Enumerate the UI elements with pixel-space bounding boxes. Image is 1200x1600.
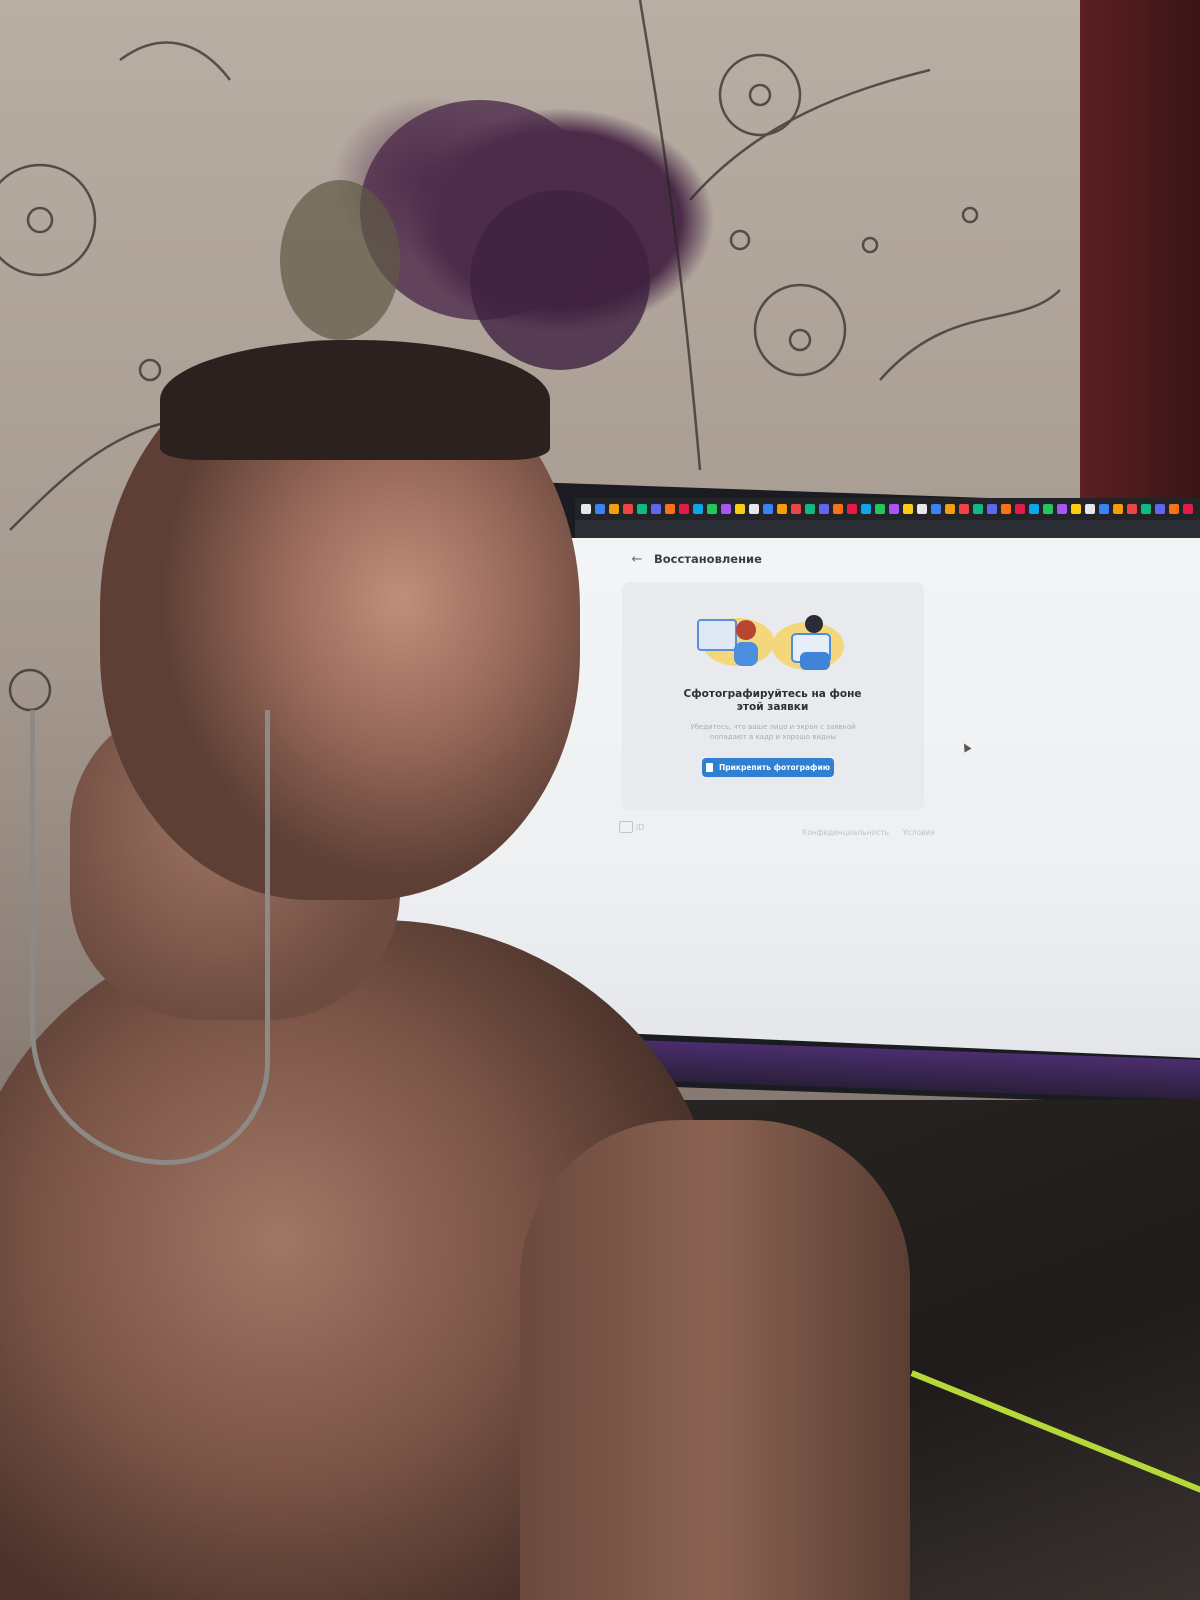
vk-logo-icon <box>619 821 633 833</box>
browser-tab-favicon-icon[interactable] <box>1085 504 1095 514</box>
browser-tab-favicon-icon[interactable] <box>707 504 717 514</box>
browser-tab-favicon-icon[interactable] <box>819 504 829 514</box>
browser-tab-favicon-icon[interactable] <box>665 504 675 514</box>
browser-tab-favicon-icon[interactable] <box>1071 504 1081 514</box>
card-title: Сфотографируйтесь на фоне этой заявки <box>683 688 862 713</box>
browser-tab-favicon-icon[interactable] <box>1169 504 1179 514</box>
logo-text: ID <box>636 822 645 832</box>
vk-id-logo: ID <box>619 821 645 833</box>
page-title: Восстановление <box>654 552 762 566</box>
browser-tab-favicon-icon[interactable] <box>875 504 885 514</box>
browser-tab-favicon-icon[interactable] <box>609 504 619 514</box>
browser-tab-favicon-icon[interactable] <box>749 504 759 514</box>
browser-tab-favicon-icon[interactable] <box>1015 504 1025 514</box>
browser-tab-favicon-icon[interactable] <box>987 504 997 514</box>
document-icon <box>705 763 713 772</box>
browser-tab-favicon-icon[interactable] <box>735 504 745 514</box>
browser-tab-favicon-icon[interactable] <box>1183 504 1193 514</box>
browser-tab-favicon-icon[interactable] <box>777 504 787 514</box>
person-hair <box>160 340 550 460</box>
privacy-link[interactable]: Конфиденциальность <box>802 828 889 837</box>
browser-tab-favicon-icon[interactable] <box>1057 504 1067 514</box>
browser-tab-favicon-icon[interactable] <box>581 504 591 514</box>
browser-tab-favicon-icon[interactable] <box>959 504 969 514</box>
card-description: Убедитесь, что ваше лицо и экран с заявк… <box>690 723 856 741</box>
browser-tab-favicon-icon[interactable] <box>847 504 857 514</box>
browser-tab-favicon-icon[interactable] <box>903 504 913 514</box>
attach-photo-button[interactable]: Прикрепить фотографию <box>702 758 834 777</box>
back-arrow-icon[interactable]: ← <box>630 552 644 567</box>
browser-tab-favicon-icon[interactable] <box>1001 504 1011 514</box>
browser-toolbar <box>575 520 1200 538</box>
footer-links: Конфиденциальность Условия <box>802 828 935 837</box>
browser-tab-favicon-icon[interactable] <box>1141 504 1151 514</box>
attach-photo-button-label: Прикрепить фотографию <box>718 763 830 772</box>
browser-tab-favicon-icon[interactable] <box>917 504 927 514</box>
chain-necklace <box>30 710 270 1165</box>
browser-tab-favicon-icon[interactable] <box>1099 504 1109 514</box>
browser-tab-favicon-icon[interactable] <box>1113 504 1123 514</box>
photo-scene: ← Восстановление Сфотографируйтесь на фо… <box>0 0 1200 1600</box>
page-header: ← Восстановление <box>630 548 762 570</box>
browser-tab-favicon-icon[interactable] <box>945 504 955 514</box>
browser-tab-favicon-icon[interactable] <box>973 504 983 514</box>
browser-tab-favicon-icon[interactable] <box>1043 504 1053 514</box>
browser-tab-favicon-icon[interactable] <box>721 504 731 514</box>
browser-tab-favicon-icon[interactable] <box>637 504 647 514</box>
browser-tab-favicon-icon[interactable] <box>1155 504 1165 514</box>
browser-tab-favicon-icon[interactable] <box>791 504 801 514</box>
browser-tab-favicon-icon[interactable] <box>763 504 773 514</box>
terms-link[interactable]: Условия <box>903 828 935 837</box>
red-curtain <box>1080 0 1200 500</box>
browser-tab-favicon-icon[interactable] <box>679 504 689 514</box>
browser-tab-favicon-icon[interactable] <box>651 504 661 514</box>
browser-tab-favicon-icon[interactable] <box>623 504 633 514</box>
browser-tab-favicon-icon[interactable] <box>889 504 899 514</box>
browser-tab-favicon-icon[interactable] <box>693 504 703 514</box>
selfie-illustration <box>697 615 844 670</box>
browser-tab-favicon-icon[interactable] <box>1029 504 1039 514</box>
browser-tab-favicon-icon[interactable] <box>833 504 843 514</box>
browser-tab-favicon-icon[interactable] <box>1127 504 1137 514</box>
browser-tab-favicon-icon[interactable] <box>805 504 815 514</box>
browser-tab-favicon-icon[interactable] <box>861 504 871 514</box>
person-arm <box>520 1120 910 1600</box>
browser-tab-favicon-icon[interactable] <box>595 504 605 514</box>
browser-tab-favicon-icon[interactable] <box>931 504 941 514</box>
browser-tab-bar <box>575 498 1200 520</box>
